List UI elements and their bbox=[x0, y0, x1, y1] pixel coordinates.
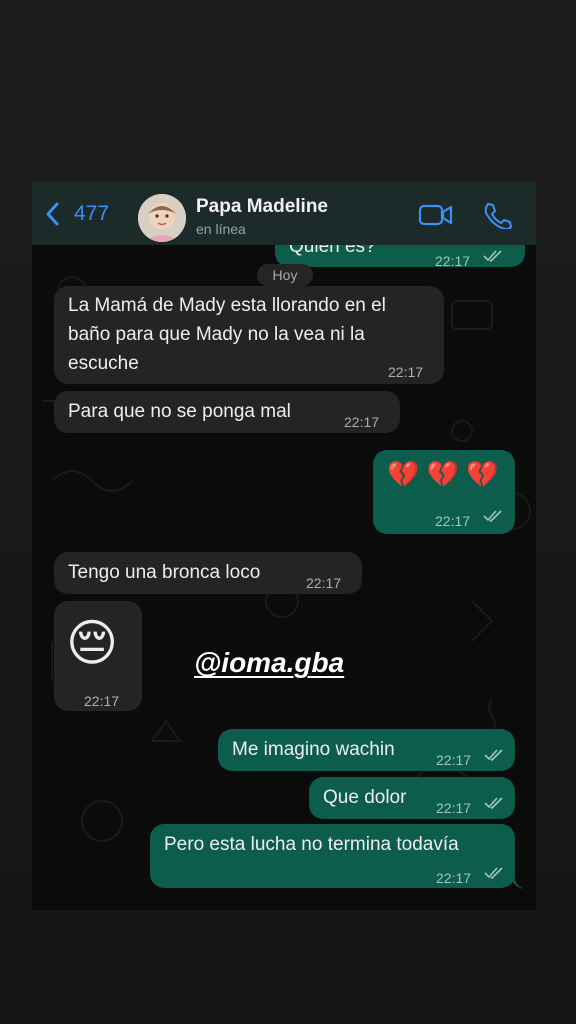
message-time: 22:17 bbox=[435, 513, 471, 529]
contact-name[interactable]: Papa Madeline bbox=[196, 196, 328, 218]
double-check-icon bbox=[484, 867, 503, 879]
chevron-left-icon bbox=[46, 202, 59, 226]
double-check-icon bbox=[483, 250, 502, 262]
avatar[interactable] bbox=[138, 194, 186, 242]
message-bubble-outgoing[interactable]: 💔 💔 💔 22:17 bbox=[373, 450, 515, 534]
message-time: 22:17 bbox=[436, 870, 472, 886]
message-time: 22:17 bbox=[435, 253, 471, 269]
message-emoji: 😔 bbox=[66, 615, 119, 671]
message-line: La Mamá de Mady esta llorando en el bbox=[68, 295, 386, 316]
message-text: Pero esta lucha no termina todavía bbox=[164, 834, 459, 855]
message-time: 22:17 bbox=[436, 752, 472, 768]
double-check-icon bbox=[483, 510, 502, 522]
message-time: 22:17 bbox=[306, 575, 342, 591]
message-line: baño para que Mady no la vea ni la bbox=[68, 324, 365, 345]
message-time: 22:17 bbox=[84, 693, 120, 709]
double-check-icon bbox=[484, 797, 503, 809]
double-check-icon bbox=[484, 749, 503, 761]
phone-icon[interactable] bbox=[482, 201, 512, 229]
message-time: 22:17 bbox=[344, 414, 380, 430]
day-separator: Hoy bbox=[257, 264, 313, 286]
chat-screen: Quien es? 22:17 477 Papa Madeline en lín… bbox=[32, 181, 536, 910]
message-emoji: 💔 💔 💔 bbox=[387, 459, 499, 489]
message-bubble-incoming[interactable]: 😔 22:17 bbox=[54, 601, 142, 711]
message-bubble-incoming[interactable]: Tengo una bronca loco 22:17 bbox=[54, 552, 362, 594]
message-text: Para que no se ponga mal bbox=[68, 401, 291, 422]
message-bubble-outgoing[interactable]: Que dolor 22:17 bbox=[309, 777, 515, 819]
back-button[interactable]: 477 bbox=[42, 199, 109, 229]
video-call-icon[interactable] bbox=[418, 203, 454, 227]
message-text: Me imagino wachin bbox=[232, 739, 395, 760]
message-time: 22:17 bbox=[388, 364, 424, 380]
message-line: escuche bbox=[68, 353, 139, 374]
watermark-handle: @ioma.gba bbox=[194, 647, 345, 678]
message-bubble-outgoing[interactable]: Pero esta lucha no termina todavía 22:17 bbox=[150, 824, 515, 888]
contact-status: en línea bbox=[196, 221, 246, 237]
message-text: Tengo una bronca loco bbox=[68, 562, 261, 583]
message-bubble-incoming[interactable]: Para que no se ponga mal 22:17 bbox=[54, 391, 400, 433]
message-bubble-outgoing[interactable]: Me imagino wachin 22:17 bbox=[218, 729, 515, 771]
unread-count: 477 bbox=[74, 202, 110, 225]
message-time: 22:17 bbox=[436, 800, 472, 816]
message-text: Que dolor bbox=[323, 787, 407, 808]
bubble-tail bbox=[510, 873, 524, 889]
chat-header: 477 Papa Madeline en línea bbox=[32, 181, 536, 245]
message-bubble-incoming[interactable]: La Mamá de Mady esta llorando en el baño… bbox=[54, 286, 444, 384]
